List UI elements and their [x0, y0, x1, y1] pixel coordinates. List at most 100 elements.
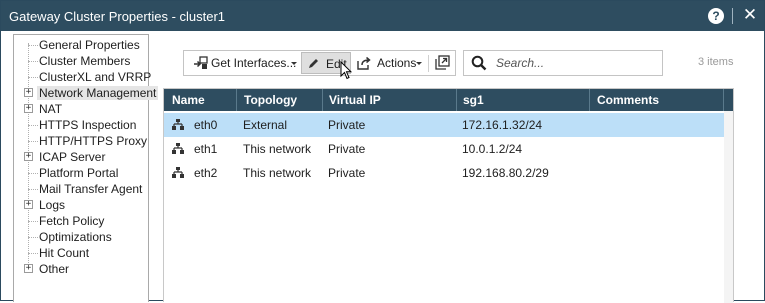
nav-item-label: HTTPS Inspection: [39, 118, 137, 132]
nav-item[interactable]: Mail Transfer Agent: [14, 181, 148, 197]
nav-item-label: Network Management: [37, 86, 159, 100]
search-box[interactable]: [463, 50, 663, 76]
actions-icon: [357, 56, 372, 73]
table-row[interactable]: eth1 This network Private 10.0.1.2/24: [164, 137, 724, 161]
window-title: Gateway Cluster Properties - cluster1: [9, 9, 226, 24]
nav-item-label: ClusterXL and VRRP: [39, 70, 152, 84]
column-divider: [723, 89, 724, 111]
toolbar-separator: [428, 55, 429, 72]
nav-item[interactable]: + ICAP Server: [14, 149, 148, 165]
nav-item[interactable]: HTTP/HTTPS Proxy: [14, 133, 148, 149]
cell-virtual-ip: Private: [328, 166, 366, 180]
column-divider: [589, 89, 590, 111]
tree-branch-line: [28, 237, 38, 238]
navigation-tree: General Properties Cluster Members Cluster…: [13, 34, 159, 302]
get-interfaces-button[interactable]: Get Interfaces...: [189, 52, 299, 74]
chevron-down-icon: [416, 62, 422, 65]
network-interface-icon: [172, 143, 184, 157]
cell-name: eth2: [194, 166, 218, 180]
cell-sg1: 10.0.1.2/24: [462, 142, 523, 156]
column-header-topology[interactable]: Topology: [244, 93, 297, 107]
column-header-virtual-ip[interactable]: Virtual IP: [329, 93, 381, 107]
expand-icon[interactable]: +: [24, 88, 33, 97]
tree-branch-line: [28, 189, 38, 190]
nav-item[interactable]: HTTPS Inspection: [14, 117, 148, 133]
nav-item[interactable]: + Network Management: [14, 85, 159, 101]
column-header-comments[interactable]: Comments: [597, 93, 659, 107]
nav-item[interactable]: + Logs: [14, 197, 148, 213]
cell-topology: This network: [243, 166, 312, 180]
cell-name: eth0: [194, 118, 218, 132]
column-header-name[interactable]: Name: [172, 93, 205, 107]
table-header: Name Topology Virtual IP sg1 Comments: [164, 89, 733, 111]
nav-item-label: Mail Transfer Agent: [39, 182, 143, 196]
tree-branch-line: [28, 173, 38, 174]
vertical-scrollbar[interactable]: [724, 111, 733, 303]
items-count: 3 items: [698, 56, 734, 68]
cell-topology: External: [243, 118, 288, 132]
expand-icon[interactable]: +: [24, 264, 33, 273]
column-divider: [456, 89, 457, 111]
table-row[interactable]: eth0 External Private 172.16.1.32/24: [164, 113, 724, 137]
tree-branch-line: [28, 253, 38, 254]
nav-item-label: Platform Portal: [39, 166, 119, 180]
nav-item-label: Cluster Members: [39, 54, 131, 68]
pencil-icon: [307, 57, 320, 73]
nav-item-label: Other: [39, 262, 70, 276]
open-in-new-window-button[interactable]: [433, 52, 453, 74]
network-interface-icon: [172, 167, 184, 181]
actions-button[interactable]: Actions: [354, 52, 424, 74]
tree-branch-line: [28, 45, 38, 46]
nav-item[interactable]: Cluster Members: [14, 53, 148, 69]
search-icon: [471, 55, 487, 74]
nav-item[interactable]: Fetch Policy: [14, 213, 148, 229]
nav-item-label: ICAP Server: [39, 150, 106, 164]
column-header-sg1[interactable]: sg1: [463, 93, 484, 107]
table-row[interactable]: eth2 This network Private 192.168.80.2/29: [164, 161, 724, 185]
tree-branch-line: [28, 141, 38, 142]
title-separator: [732, 8, 733, 24]
nav-item[interactable]: Platform Portal: [14, 165, 148, 181]
expand-icon[interactable]: +: [24, 152, 33, 161]
cell-virtual-ip: Private: [328, 142, 366, 156]
expand-icon[interactable]: +: [24, 200, 33, 209]
nav-item[interactable]: + Other: [14, 261, 148, 277]
tree-branch-line: [28, 61, 38, 62]
cell-name: eth1: [194, 142, 218, 156]
expand-icon[interactable]: +: [24, 104, 33, 113]
nav-item-label: General Properties: [39, 38, 140, 52]
nav-item[interactable]: Hit Count: [14, 245, 148, 261]
cell-sg1: 192.168.80.2/29: [462, 166, 549, 180]
nav-item-label: NAT: [39, 102, 63, 116]
interfaces-table: Name Topology Virtual IP sg1 Comments et…: [163, 88, 734, 303]
mouse-cursor-icon: [340, 60, 353, 83]
nav-item[interactable]: Optimizations: [14, 229, 148, 245]
tree-branch-line: [28, 77, 38, 78]
properties-window: Gateway Cluster Properties - cluster1 ? …: [0, 0, 765, 303]
open-in-new-window-icon: [435, 55, 450, 73]
nav-item-label: Hit Count: [39, 246, 90, 260]
nav-item[interactable]: + NAT: [14, 101, 148, 117]
cell-topology: This network: [243, 142, 312, 156]
help-button[interactable]: ?: [708, 8, 724, 24]
nav-item-label: Logs: [39, 198, 66, 212]
get-interfaces-label: Get Interfaces...: [211, 56, 297, 70]
column-divider: [322, 89, 323, 111]
nav-item-label: Fetch Policy: [39, 214, 105, 228]
nav-item-label: HTTP/HTTPS Proxy: [39, 134, 148, 148]
chevron-down-icon: [291, 62, 297, 65]
column-divider: [236, 89, 237, 111]
title-bar[interactable]: Gateway Cluster Properties - cluster1 ? …: [1, 1, 764, 31]
cell-virtual-ip: Private: [328, 118, 366, 132]
tree-branch-line: [28, 125, 38, 126]
network-interface-icon: [172, 119, 184, 133]
close-button[interactable]: ✕: [741, 5, 759, 25]
get-interfaces-icon: [193, 56, 208, 73]
nav-item[interactable]: ClusterXL and VRRP: [14, 69, 152, 85]
cell-sg1: 172.16.1.32/24: [462, 118, 543, 132]
search-input[interactable]: [494, 54, 654, 72]
nav-item[interactable]: General Properties: [14, 37, 148, 53]
toolbar: Get Interfaces... Edit Actions: [183, 50, 456, 76]
tree-branch-line: [28, 221, 38, 222]
actions-label: Actions: [377, 56, 417, 70]
